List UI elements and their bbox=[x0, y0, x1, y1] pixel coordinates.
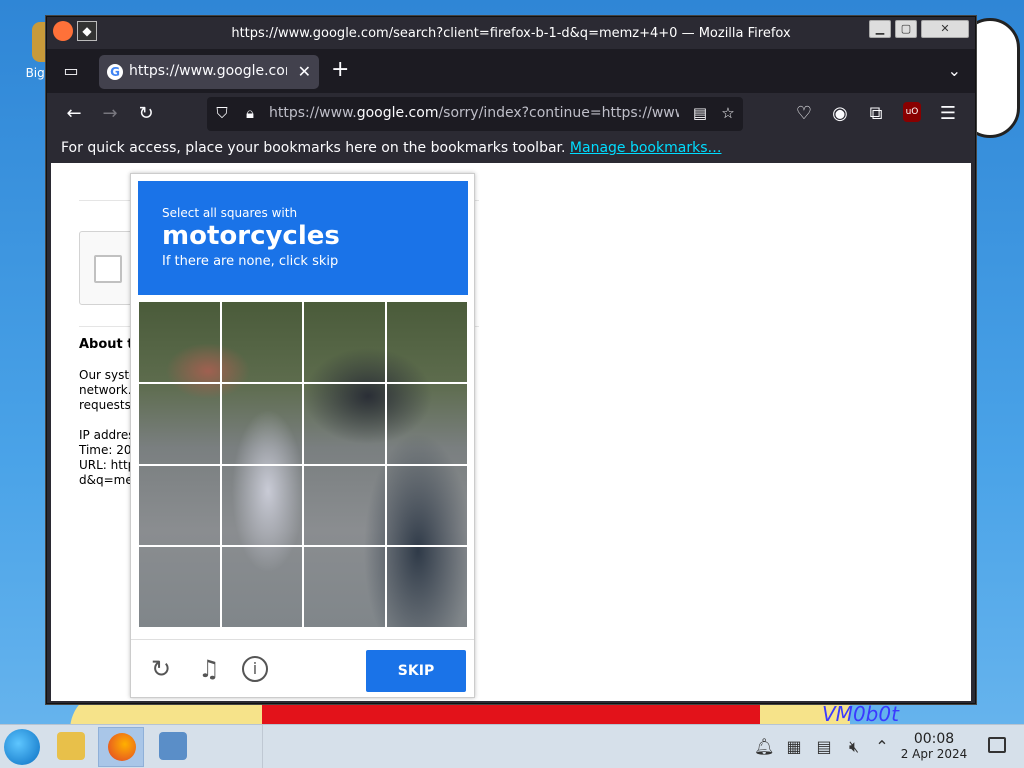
captcha-tile[interactable] bbox=[219, 300, 304, 384]
tab-close-icon[interactable]: ✕ bbox=[298, 62, 311, 81]
clock-time: 00:08 bbox=[913, 731, 955, 747]
wallpaper-watermark: VM0b0t bbox=[822, 702, 899, 726]
target-object: motorcycles bbox=[162, 221, 340, 251]
minimize-button[interactable]: ▁ bbox=[869, 20, 891, 38]
notifications-icon[interactable]: 🔔︎ bbox=[754, 737, 774, 757]
captcha-tile[interactable] bbox=[219, 545, 304, 629]
forward-button[interactable]: → bbox=[97, 101, 123, 127]
instruction-post: If there are none, click skip bbox=[162, 254, 339, 269]
titlebar[interactable]: ◆ https://www.google.com/search?client=f… bbox=[47, 17, 975, 49]
start-button[interactable] bbox=[4, 729, 40, 765]
url-line: d&q=mer bbox=[79, 473, 138, 487]
file-manager-button[interactable] bbox=[48, 727, 94, 767]
ublock-icon[interactable]: uO bbox=[903, 102, 921, 122]
captcha-tile[interactable] bbox=[384, 463, 469, 548]
folder-icon bbox=[57, 732, 85, 760]
reader-view-icon[interactable]: ▤ bbox=[691, 104, 709, 124]
navigation-toolbar: ← → ↻ ⛉ 🔒︎ https://www.google.com/sorry/… bbox=[47, 93, 975, 135]
shield-icon[interactable]: ⛉ bbox=[213, 104, 231, 124]
tab-google[interactable]: G https://www.google.com/ ✕ bbox=[99, 55, 319, 89]
window-title: https://www.google.com/search?client=fir… bbox=[231, 26, 791, 41]
body-line: network. bbox=[79, 383, 132, 397]
captcha-tile[interactable] bbox=[302, 463, 387, 548]
pocket-icon[interactable]: ♡ bbox=[791, 101, 817, 127]
chevron-down-icon[interactable]: ⌄ bbox=[948, 61, 961, 80]
captcha-tile[interactable] bbox=[384, 381, 469, 466]
maximize-button[interactable]: ▢ bbox=[895, 20, 917, 38]
captcha-tile[interactable] bbox=[384, 300, 469, 384]
bookmarks-hint: For quick access, place your bookmarks h… bbox=[61, 140, 566, 156]
close-button[interactable]: ✕ bbox=[921, 20, 969, 38]
captcha-tile[interactable] bbox=[137, 381, 222, 466]
clock[interactable]: 00:08 2 Apr 2024 bbox=[898, 731, 970, 761]
extensions-icon[interactable]: ⧉ bbox=[863, 101, 889, 127]
ip-line: IP addres bbox=[79, 428, 135, 442]
recaptcha-checkbox[interactable] bbox=[94, 255, 122, 283]
settings-app-icon bbox=[159, 732, 187, 760]
captcha-tile[interactable] bbox=[219, 463, 304, 548]
url-text[interactable]: https://www.google.com/sorry/index?conti… bbox=[269, 105, 679, 121]
firefox-taskbar-button[interactable] bbox=[98, 727, 144, 767]
body-line: Our syste bbox=[79, 368, 137, 382]
show-desktop-icon[interactable] bbox=[988, 737, 1006, 753]
skip-button[interactable]: SKIP bbox=[366, 650, 466, 692]
bookmark-star-icon[interactable]: ☆ bbox=[719, 104, 737, 124]
time-line: Time: 20 bbox=[79, 443, 132, 457]
captcha-tile[interactable] bbox=[137, 300, 222, 384]
captcha-tile[interactable] bbox=[137, 545, 222, 629]
tab-strip: ▭ G https://www.google.com/ ✕ + ⌄ bbox=[47, 49, 975, 93]
body-line: requests bbox=[79, 398, 131, 412]
system-settings-button[interactable] bbox=[150, 727, 196, 767]
recaptcha-challenge: Select all squares with motorcycles If t… bbox=[130, 173, 475, 698]
clock-date: 2 Apr 2024 bbox=[900, 747, 968, 761]
audio-icon[interactable]: ♫ bbox=[194, 654, 224, 684]
bookmarks-toolbar: For quick access, place your bookmarks h… bbox=[47, 135, 975, 163]
captcha-tile[interactable] bbox=[384, 545, 469, 629]
firefox-icon bbox=[108, 733, 136, 761]
challenge-header: Select all squares with motorcycles If t… bbox=[138, 181, 468, 295]
captcha-tile[interactable] bbox=[219, 381, 304, 466]
clipboard-icon[interactable]: ▤ bbox=[814, 737, 834, 757]
instruction-pre: Select all squares with bbox=[162, 206, 298, 220]
account-icon[interactable]: ◉ bbox=[827, 101, 853, 127]
tab-label: https://www.google.com/ bbox=[129, 63, 287, 79]
volume-muted-icon[interactable]: 🔇︎ bbox=[844, 737, 864, 757]
new-tab-button[interactable]: + bbox=[331, 59, 349, 81]
network-icon[interactable]: ▦ bbox=[784, 737, 804, 757]
captcha-tile[interactable] bbox=[302, 545, 387, 629]
captcha-tile[interactable] bbox=[302, 300, 387, 384]
captcha-tile[interactable] bbox=[137, 463, 222, 548]
url-line: URL: http bbox=[79, 458, 136, 472]
challenge-footer: ↻ ♫ i SKIP bbox=[131, 639, 474, 699]
google-favicon-icon: G bbox=[107, 64, 123, 80]
manage-bookmarks-link[interactable]: Manage bookmarks… bbox=[570, 140, 722, 156]
taskbar-divider bbox=[262, 725, 263, 768]
reload-icon[interactable]: ↻ bbox=[146, 654, 176, 684]
lock-icon[interactable]: 🔒︎ bbox=[241, 104, 259, 124]
challenge-image-grid bbox=[137, 300, 469, 629]
chevron-up-icon[interactable]: ⌃ bbox=[872, 737, 892, 757]
address-bar[interactable]: ⛉ 🔒︎ https://www.google.com/sorry/index?… bbox=[207, 97, 743, 131]
menu-icon[interactable]: ☰ bbox=[935, 101, 961, 127]
back-button[interactable]: ← bbox=[61, 101, 87, 127]
captcha-tile[interactable] bbox=[302, 381, 387, 466]
taskbar: 🔔︎ ▦ ▤ 🔇︎ ⌃ 00:08 2 Apr 2024 bbox=[0, 724, 1024, 768]
firefox-view-icon[interactable]: ▭ bbox=[57, 59, 85, 83]
reload-button[interactable]: ↻ bbox=[133, 101, 159, 127]
info-icon[interactable]: i bbox=[242, 656, 268, 682]
